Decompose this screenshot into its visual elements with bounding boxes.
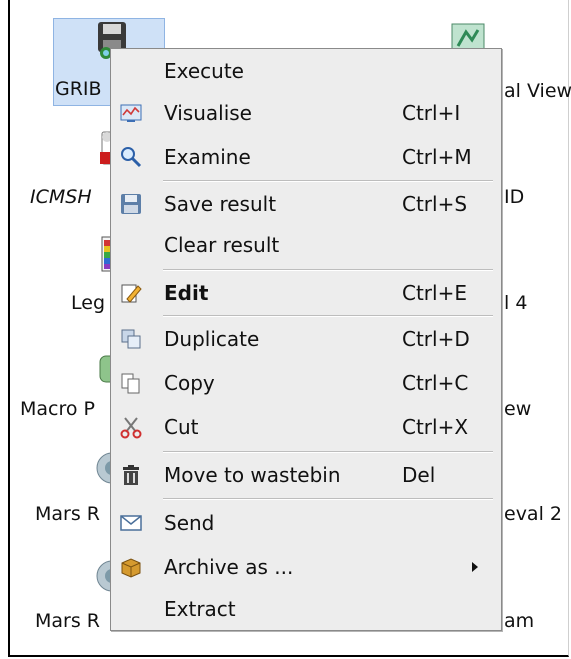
right-label-5: eval 2 xyxy=(504,503,562,525)
menu-item-label: Save result xyxy=(164,192,277,216)
copy-icon xyxy=(121,373,140,394)
trash-icon xyxy=(123,465,139,485)
menu-item-save-result[interactable]: Save result Ctrl+S xyxy=(111,184,501,224)
macro-label: Macro P xyxy=(20,398,95,420)
menu-item-archive-as[interactable]: Archive as ... xyxy=(111,547,501,587)
menu-item-label: Cut xyxy=(164,415,199,439)
envelope-icon xyxy=(120,515,142,531)
menu-item-label: Copy xyxy=(164,371,215,395)
icmsh-label: ICMSH xyxy=(30,186,92,208)
menu-item-shortcut: Ctrl+C xyxy=(402,371,469,395)
menu-item-label: Archive as ... xyxy=(164,555,294,579)
menu-item-label: Execute xyxy=(164,59,244,83)
menu-item-shortcut: Ctrl+D xyxy=(402,327,470,351)
scissors-icon xyxy=(120,417,142,439)
menu-item-label: Duplicate xyxy=(164,327,260,351)
menu-separator xyxy=(163,315,493,317)
right-label-3: l 4 xyxy=(504,292,528,314)
menu-item-shortcut: Del xyxy=(402,463,436,487)
mars-label-2: Mars R xyxy=(35,610,100,632)
menu-separator xyxy=(163,180,493,182)
magnifier-icon xyxy=(121,147,142,168)
grib-label: GRIB xyxy=(55,78,102,100)
menu-separator xyxy=(163,451,493,453)
menu-item-label: Send xyxy=(164,511,215,535)
floppy-disk-icon xyxy=(121,194,141,214)
visualise-icon xyxy=(120,104,142,122)
submenu-arrow-icon xyxy=(472,562,478,572)
menu-item-move-to-wastebin[interactable]: Move to wastebin Del xyxy=(111,455,501,495)
menu-separator xyxy=(163,269,493,271)
menu-item-copy[interactable]: Copy Ctrl+C xyxy=(111,363,501,403)
menu-item-label: Edit xyxy=(164,281,209,305)
menu-item-label: Extract xyxy=(164,597,236,621)
menu-item-label: Visualise xyxy=(164,101,252,125)
menu-item-extract[interactable]: Extract xyxy=(111,589,501,629)
menu-separator xyxy=(163,498,493,500)
right-label-4: ew xyxy=(504,398,532,420)
right-label-6: am xyxy=(504,610,535,632)
menu-item-send[interactable]: Send xyxy=(111,503,501,543)
menu-item-execute[interactable]: Execute xyxy=(111,51,501,91)
menu-item-shortcut: Ctrl+S xyxy=(402,192,468,216)
menu-item-examine[interactable]: Examine Ctrl+M xyxy=(111,137,501,177)
menu-item-shortcut: Ctrl+X xyxy=(402,415,469,439)
menu-item-visualise[interactable]: Visualise Ctrl+I xyxy=(111,93,501,133)
legend-label: Leg xyxy=(71,292,106,314)
menu-item-edit[interactable]: Edit Ctrl+E xyxy=(111,273,501,313)
right-label-2: ID xyxy=(504,186,525,208)
menu-item-shortcut: Ctrl+E xyxy=(402,281,467,305)
pencil-icon xyxy=(121,284,142,303)
menu-item-shortcut: Ctrl+M xyxy=(402,145,472,169)
menu-item-cut[interactable]: Cut Ctrl+X xyxy=(111,407,501,447)
menu-item-label: Move to wastebin xyxy=(164,463,341,487)
context-menu: Execute Visualise Ctrl+I Examine Ctrl+M … xyxy=(110,48,502,631)
duplicate-icon xyxy=(121,329,141,349)
menu-item-clear-result[interactable]: Clear result xyxy=(111,225,501,265)
archive-box-icon xyxy=(121,558,141,578)
mars-label-1: Mars R xyxy=(35,503,100,525)
menu-item-shortcut: Ctrl+I xyxy=(402,101,461,125)
menu-item-duplicate[interactable]: Duplicate Ctrl+D xyxy=(111,319,501,359)
menu-item-label: Examine xyxy=(164,145,251,169)
menu-item-label: Clear result xyxy=(164,233,280,257)
right-label-1: al View xyxy=(504,80,571,102)
